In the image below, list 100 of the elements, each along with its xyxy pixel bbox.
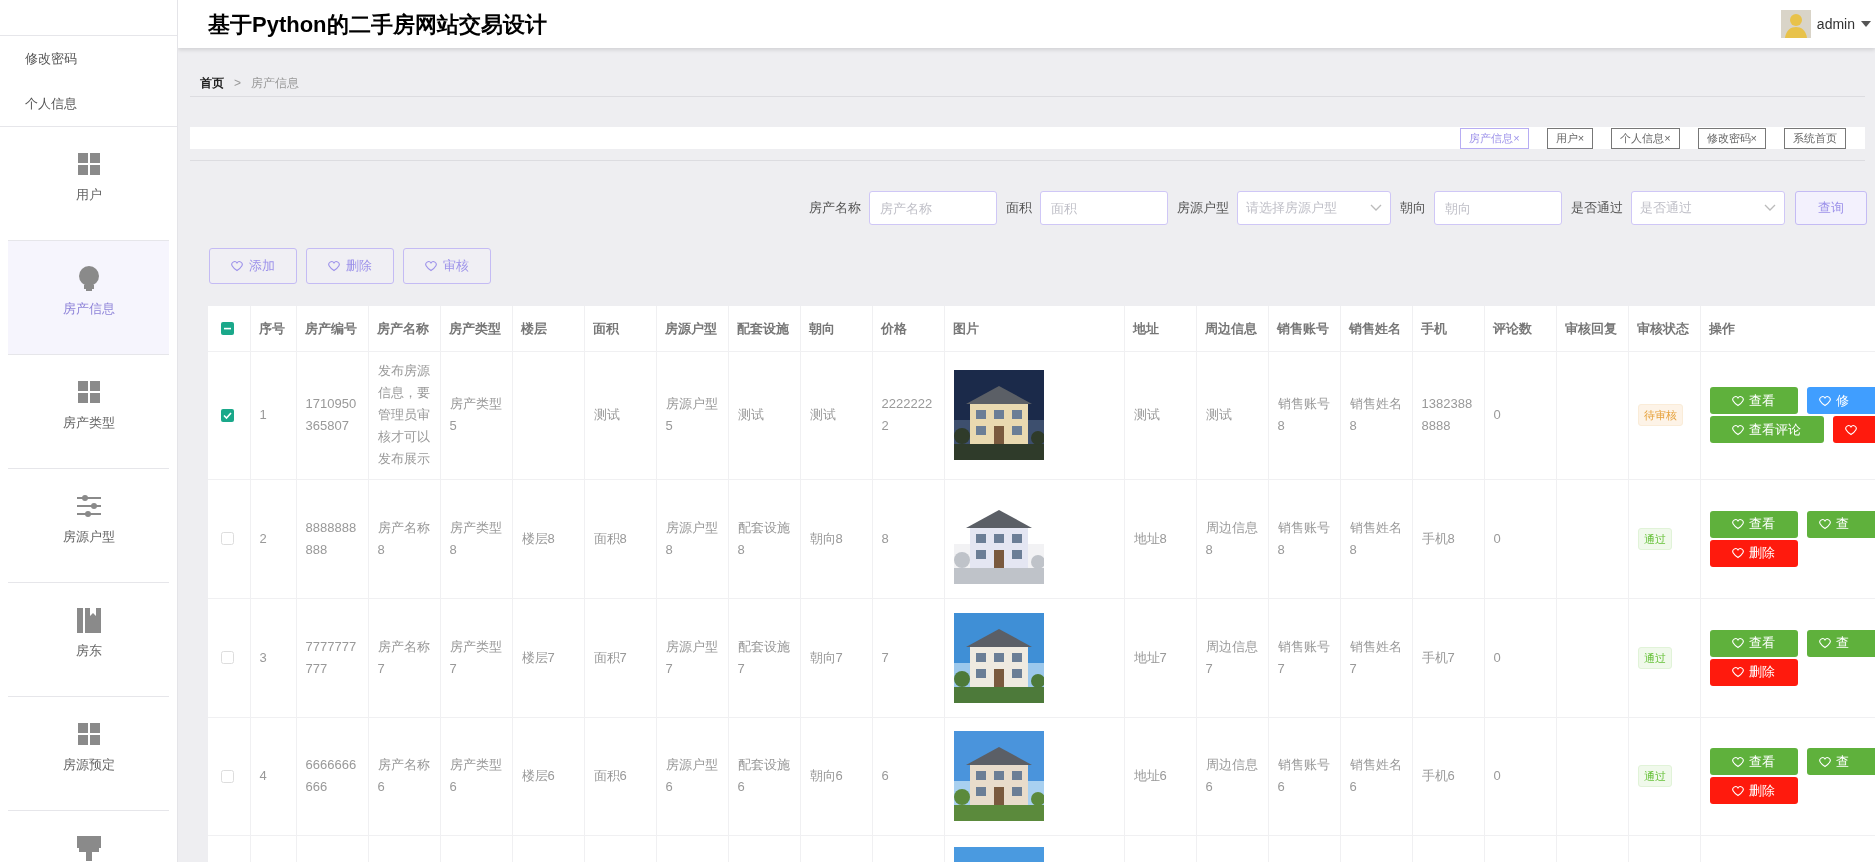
table-cell: 6666666666: [305, 757, 357, 794]
sliders-icon[interactable]: [75, 493, 102, 520]
table-cell: 朝向6: [809, 768, 843, 783]
table-cell: 房产类型7: [449, 638, 502, 676]
select-field[interactable]: 是否通过: [1631, 191, 1785, 225]
checkbox[interactable]: [221, 651, 234, 664]
action-button[interactable]: 查看评论: [1709, 416, 1824, 443]
action-button[interactable]: 查看: [1709, 748, 1798, 775]
heart-icon: [1818, 394, 1831, 407]
column-header: 序号: [258, 320, 285, 336]
table-cell: 2: [259, 530, 267, 546]
tab[interactable]: 用户×: [1546, 127, 1594, 149]
field-label: 房产名称: [809, 199, 861, 218]
column-header: 房产类型: [448, 320, 501, 336]
checkbox[interactable]: [221, 408, 234, 422]
heart-icon: [1732, 755, 1744, 768]
user-name[interactable]: admin: [1816, 13, 1855, 35]
table-cell: 测试: [1205, 407, 1232, 422]
column-header: 地址: [1132, 320, 1159, 336]
heart-icon: [1844, 423, 1857, 436]
sidebar-item[interactable]: 房产信息: [8, 241, 169, 355]
column-header: 周边信息: [1204, 320, 1257, 336]
action-button[interactable]: 删除: [1709, 539, 1798, 567]
tab[interactable]: 房产信息×: [1460, 127, 1529, 149]
table-cell: 楼层7: [521, 649, 555, 665]
table-cell: 销售姓名6: [1349, 757, 1402, 794]
grid-icon[interactable]: [75, 379, 102, 406]
table-cell: 朝向7: [809, 649, 843, 665]
column-header: 房源户型: [664, 320, 717, 336]
grid-icon[interactable]: [75, 721, 102, 748]
table-cell: 0: [1493, 649, 1501, 665]
table-cell: 房源户型8: [665, 519, 718, 557]
tab[interactable]: 修改密码×: [1697, 127, 1766, 149]
action-button[interactable]: [1832, 416, 1875, 443]
action-button[interactable]: 查: [1806, 748, 1875, 775]
action-button[interactable]: 删除: [1709, 658, 1798, 686]
table-cell: 面积7: [593, 649, 627, 665]
table-cell: 面积8: [593, 530, 627, 546]
select-field[interactable]: 请选择房源户型: [1237, 191, 1391, 225]
table-cell: 13823888888: [1421, 396, 1473, 433]
input-field[interactable]: 面积: [1040, 191, 1168, 225]
table-cell: 楼层8: [521, 530, 555, 546]
chevron-icon: [1370, 204, 1382, 212]
table-cell: 朝向8: [809, 530, 843, 546]
heart-icon: [328, 260, 340, 272]
status-tag: 通过: [1637, 765, 1672, 787]
table-cell: 房产类型8: [449, 519, 502, 557]
grid-icon[interactable]: [75, 151, 102, 178]
table-cell: 房产名称6: [377, 757, 430, 794]
checkbox[interactable]: [221, 532, 234, 545]
column-header: 操作: [1708, 320, 1735, 336]
table-cell: 测试: [1133, 407, 1160, 422]
book-icon[interactable]: [75, 607, 102, 634]
menu-item[interactable]: 修改密码: [0, 36, 177, 81]
table-cell: 销售姓名8: [1349, 519, 1402, 557]
action-button[interactable]: 查看: [1709, 510, 1798, 538]
action-button[interactable]: 查: [1806, 629, 1875, 657]
table-cell: 周边信息8: [1205, 519, 1258, 557]
breadcrumb-link[interactable]: 房产信息: [251, 74, 299, 92]
table-cell: 8888888888: [305, 519, 357, 557]
toolbar-button[interactable]: 删除: [306, 248, 394, 284]
action-button[interactable]: 删除: [1709, 777, 1798, 804]
toolbar-button[interactable]: 审核: [403, 248, 491, 284]
menu-item[interactable]: 个人信息: [0, 81, 177, 126]
field-label: 房源户型: [1177, 199, 1229, 218]
field-label: 面积: [1006, 199, 1032, 218]
tab[interactable]: 系统首页: [1784, 127, 1846, 149]
column-header: 价格: [880, 320, 907, 336]
toolbar-button[interactable]: 添加: [209, 248, 297, 284]
heart-icon: [1732, 423, 1744, 436]
input-field[interactable]: 房产名称: [869, 191, 997, 225]
table-cell: 房源户型6: [665, 757, 718, 794]
caret-icon[interactable]: [1861, 20, 1871, 28]
column-header: 评论数: [1492, 320, 1532, 336]
column-header: 销售账号: [1276, 320, 1329, 336]
tab[interactable]: 个人信息×: [1611, 127, 1680, 149]
table-cell: 房产名称8: [377, 519, 430, 557]
heart-icon: [1818, 518, 1831, 530]
action-button[interactable]: 修: [1806, 387, 1875, 414]
heart-icon: [1732, 784, 1744, 797]
search-button[interactable]: 查询: [1795, 191, 1867, 225]
input-field[interactable]: 朝向: [1434, 191, 1562, 225]
action-button[interactable]: 查: [1806, 510, 1875, 538]
brush-icon[interactable]: [75, 835, 102, 862]
heart-icon: [1732, 637, 1744, 649]
table-cell: 地址7: [1133, 649, 1167, 665]
table-cell: 销售账号7: [1277, 638, 1330, 676]
action-button[interactable]: 查看: [1709, 387, 1798, 414]
column-header: 楼层: [520, 320, 547, 336]
table-cell: 22222222: [881, 396, 933, 433]
breadcrumb-link[interactable]: 首页: [200, 74, 224, 92]
action-button[interactable]: 查看: [1709, 629, 1798, 657]
table-cell: 销售账号6: [1277, 757, 1330, 794]
table-cell: 销售姓名7: [1349, 638, 1402, 676]
status-tag: 待审核: [1637, 404, 1683, 426]
table-cell: 测试: [737, 407, 764, 422]
checkbox[interactable]: [221, 769, 234, 783]
field-label: 朝向: [1400, 199, 1426, 218]
column-header: 销售姓名: [1348, 320, 1401, 336]
checkbox[interactable]: [221, 321, 234, 335]
